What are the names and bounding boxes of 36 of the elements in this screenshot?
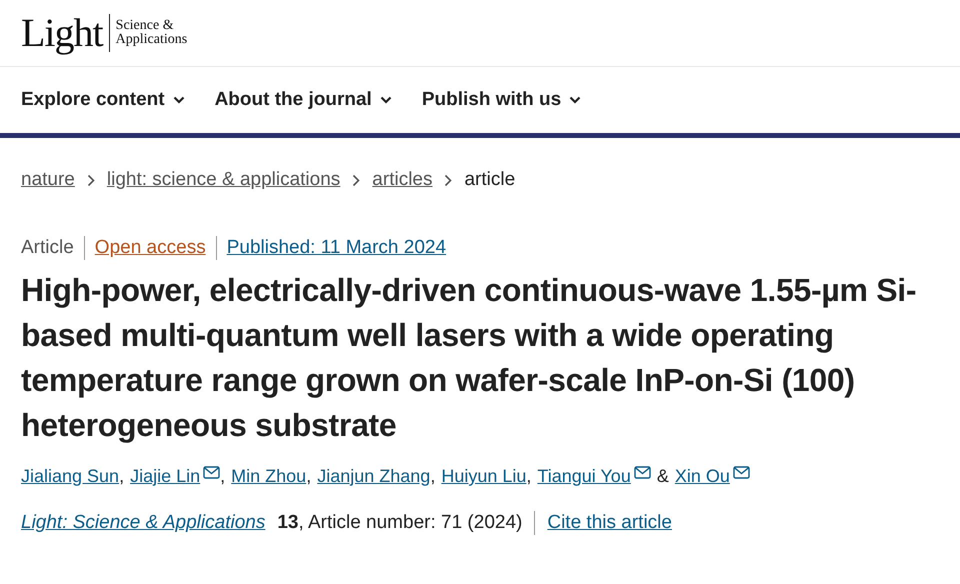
author-link[interactable]: Jiajie Lin <box>130 466 200 487</box>
author-link[interactable]: Min Zhou <box>231 466 306 487</box>
citation-details: 13, Article number: 71 (2024) <box>277 512 522 534</box>
nav-menu-button[interactable]: Publish with us <box>422 89 582 111</box>
author-link[interactable]: Tiangui You <box>537 466 631 487</box>
chevron-down-icon <box>172 96 185 104</box>
breadcrumb-current: article <box>464 169 516 191</box>
article-title: High-power, electrically-driven continuous-wave 1.55-µm Si-based multi-quantum well lasers with a wide operating temperature range grown on wafer-scale InP-on-Si (100) heterogeneous substrate <box>21 271 918 445</box>
author-separator: , <box>430 466 436 487</box>
author-link[interactable]: Xin Ou <box>674 466 730 487</box>
breadcrumb-link[interactable]: light: science & applications <box>106 169 340 191</box>
article-type: Article <box>21 237 74 259</box>
chevron-right-icon <box>86 174 95 186</box>
email-icon[interactable] <box>634 466 651 479</box>
chevron-right-icon <box>352 174 360 186</box>
published-date-link[interactable]: Published: 11 March 2024 <box>226 237 446 259</box>
author-separator: & <box>656 466 669 487</box>
nav-menu-button[interactable]: Explore content <box>21 89 185 111</box>
open-access-link[interactable]: Open access <box>94 237 206 259</box>
email-icon[interactable] <box>732 466 750 479</box>
email-icon[interactable] <box>203 466 220 479</box>
chevron-right-icon <box>444 174 452 186</box>
author-link[interactable]: Huiyun Liu <box>441 466 526 487</box>
author-separator: , <box>119 466 124 487</box>
chevron-down-icon <box>380 96 392 104</box>
author-separator: , <box>220 466 226 487</box>
breadcrumb-link[interactable]: nature <box>21 169 75 191</box>
breadcrumb-link[interactable]: articles <box>372 169 432 191</box>
author-separator: , <box>306 466 312 487</box>
author-link[interactable]: Jialiang Sun <box>21 466 120 487</box>
journal-link[interactable]: Light: Science & Applications <box>21 512 266 534</box>
author-link[interactable]: Jianjun Zhang <box>317 466 430 487</box>
nav-menu-button[interactable]: About the journal <box>214 89 392 111</box>
chevron-down-icon <box>569 96 582 104</box>
author-separator: , <box>526 466 532 487</box>
cite-article-link[interactable]: Cite this article <box>547 512 672 534</box>
